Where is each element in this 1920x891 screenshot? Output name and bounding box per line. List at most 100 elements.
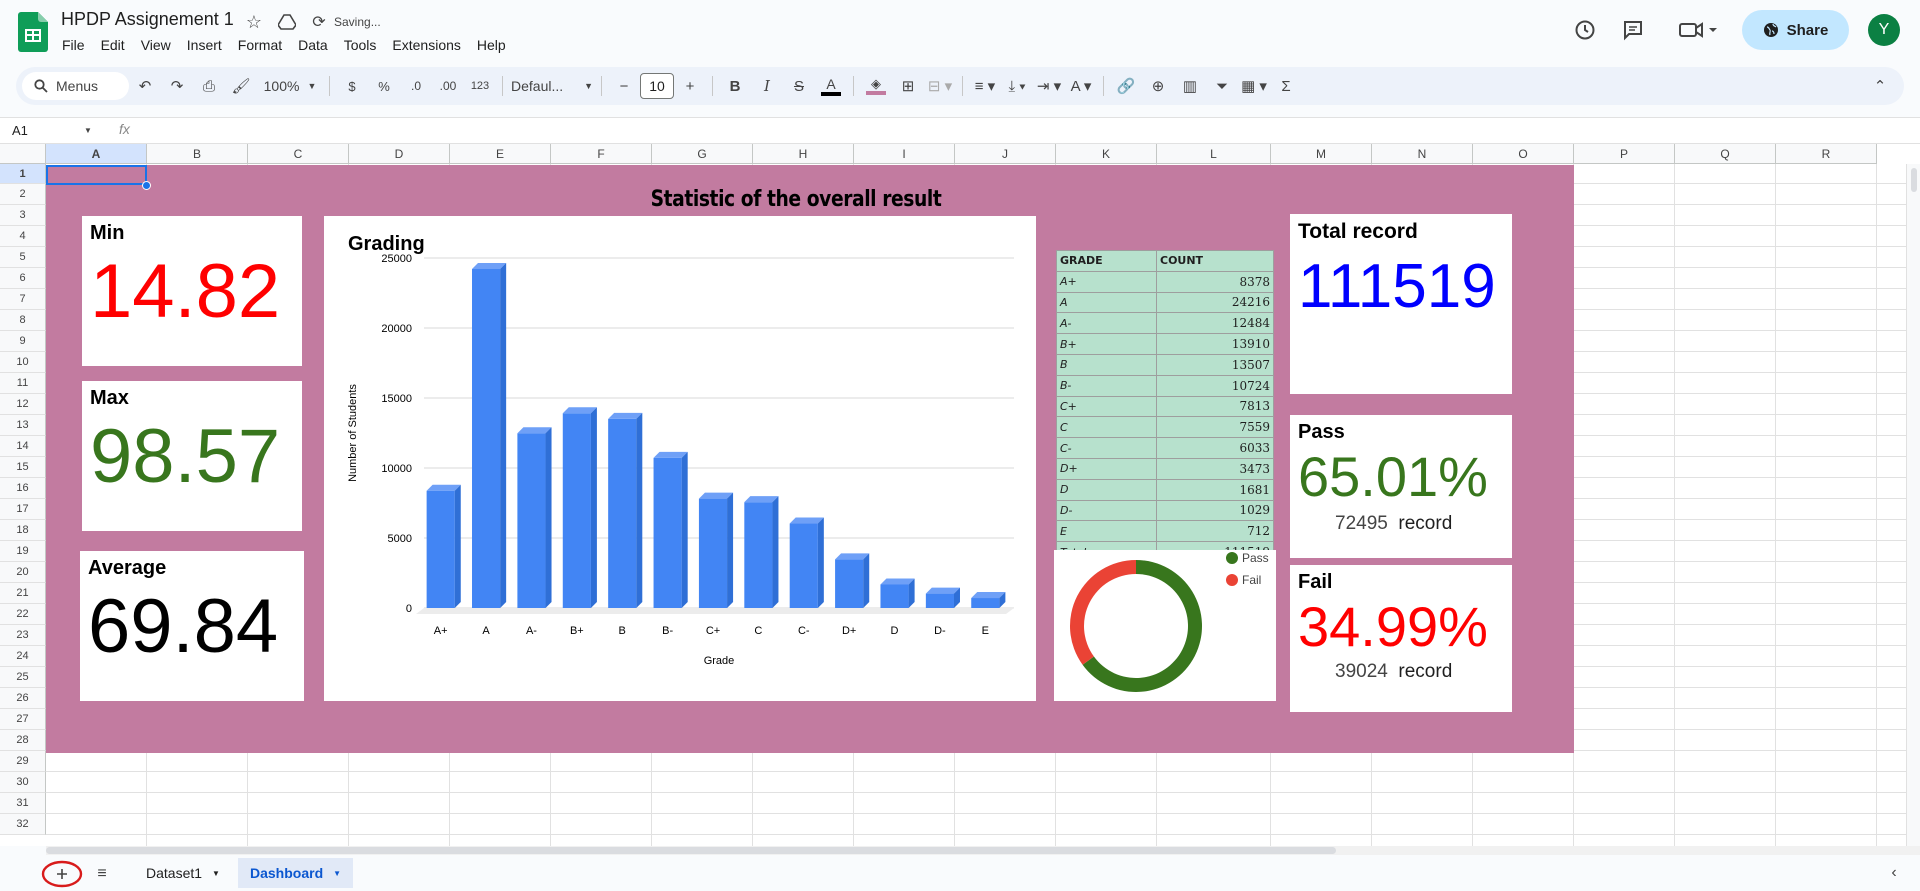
- comments-icon[interactable]: [1620, 17, 1646, 43]
- menu-tools[interactable]: Tools: [336, 37, 385, 57]
- collapse-toolbar-icon[interactable]: ⌃: [1866, 72, 1894, 100]
- grade-cell[interactable]: D: [1056, 478, 1157, 501]
- average-card[interactable]: Average 69.84: [80, 551, 304, 701]
- column-header-k[interactable]: K: [1056, 144, 1157, 164]
- bar-B+[interactable]: [562, 407, 597, 608]
- column-header-a[interactable]: A: [46, 144, 147, 164]
- row-header-30[interactable]: 30: [0, 772, 46, 793]
- row-header-12[interactable]: 12: [0, 394, 46, 415]
- grade-cell[interactable]: A+: [1056, 270, 1157, 293]
- sheet-tab-dashboard[interactable]: Dashboard ▼: [238, 858, 354, 888]
- row-header-29[interactable]: 29: [0, 751, 46, 772]
- name-box[interactable]: A1 ▼: [12, 120, 94, 142]
- row-header-10[interactable]: 10: [0, 352, 46, 373]
- bar-B-[interactable]: [653, 451, 688, 608]
- font-size-input[interactable]: 10: [640, 73, 674, 99]
- horizontal-scrollbar[interactable]: [46, 846, 1920, 855]
- version-history-icon[interactable]: [1572, 17, 1598, 43]
- add-sheet-icon[interactable]: [40, 859, 84, 889]
- row-header-4[interactable]: 4: [0, 226, 46, 247]
- pass-card[interactable]: Pass 65.01% 72495 record: [1290, 415, 1512, 558]
- bar-A-[interactable]: [517, 427, 552, 608]
- count-cell[interactable]: 10724: [1156, 374, 1274, 397]
- star-icon[interactable]: ☆: [243, 11, 265, 33]
- strikethrough-icon[interactable]: S: [785, 72, 813, 100]
- vertical-scrollbar[interactable]: [1906, 164, 1920, 846]
- row-header-26[interactable]: 26: [0, 688, 46, 709]
- menu-view[interactable]: View: [133, 37, 179, 57]
- count-cell[interactable]: 7813: [1156, 395, 1274, 418]
- meet-icon[interactable]: [1676, 17, 1720, 43]
- functions-icon[interactable]: Σ: [1272, 72, 1300, 100]
- text-wrapping-icon[interactable]: ⇥ ▾: [1035, 72, 1063, 100]
- increase-decimal-button[interactable]: .00: [434, 72, 462, 100]
- row-header-17[interactable]: 17: [0, 499, 46, 520]
- bar-B[interactable]: [608, 412, 643, 608]
- bold-icon[interactable]: B: [721, 72, 749, 100]
- paint-format-icon[interactable]: 🖌: [227, 72, 255, 100]
- select-all-corner[interactable]: [0, 144, 46, 164]
- menu-file[interactable]: File: [54, 37, 93, 57]
- insert-comment-icon[interactable]: ⊕: [1144, 72, 1172, 100]
- count-cell[interactable]: 12484: [1156, 312, 1274, 335]
- row-header-19[interactable]: 19: [0, 541, 46, 562]
- menu-data[interactable]: Data: [290, 37, 336, 57]
- redo-icon[interactable]: ↷: [163, 72, 191, 100]
- bar-C[interactable]: [744, 496, 779, 608]
- grade-cell[interactable]: D-: [1056, 499, 1157, 522]
- column-header-g[interactable]: G: [652, 144, 753, 164]
- grade-cell[interactable]: B-: [1056, 374, 1157, 397]
- grade-cell[interactable]: B: [1056, 353, 1157, 376]
- donut-slice-fail[interactable]: [1070, 560, 1136, 665]
- currency-format-button[interactable]: $: [338, 72, 366, 100]
- column-header-l[interactable]: L: [1157, 144, 1271, 164]
- fill-handle[interactable]: [142, 181, 151, 190]
- account-avatar[interactable]: Y: [1868, 14, 1900, 46]
- row-header-16[interactable]: 16: [0, 478, 46, 499]
- row-header-9[interactable]: 9: [0, 331, 46, 352]
- insert-chart-icon[interactable]: ▥: [1176, 72, 1204, 100]
- collapse-side-panel-icon[interactable]: ‹: [1884, 863, 1904, 883]
- bar-A[interactable]: [472, 262, 507, 608]
- count-cell[interactable]: 1681: [1156, 478, 1274, 501]
- row-header-7[interactable]: 7: [0, 289, 46, 310]
- column-header-e[interactable]: E: [450, 144, 551, 164]
- row-header-28[interactable]: 28: [0, 730, 46, 751]
- decrease-font-size-icon[interactable]: −: [610, 72, 638, 100]
- fail-card[interactable]: Fail 34.99% 39024 record: [1290, 565, 1512, 712]
- grade-cell[interactable]: A: [1056, 291, 1157, 314]
- move-to-drive-icon[interactable]: [276, 11, 298, 33]
- min-card[interactable]: Min 14.82: [82, 216, 302, 366]
- text-rotation-icon[interactable]: A ▾: [1067, 72, 1095, 100]
- count-cell[interactable]: 1029: [1156, 499, 1274, 522]
- share-button[interactable]: Share: [1742, 10, 1849, 50]
- count-header[interactable]: COUNT: [1156, 250, 1274, 272]
- count-cell[interactable]: 24216: [1156, 291, 1274, 314]
- bar-D+[interactable]: [835, 553, 870, 608]
- grade-cell[interactable]: B+: [1056, 333, 1157, 355]
- row-header-18[interactable]: 18: [0, 520, 46, 541]
- merge-cells-icon[interactable]: ⊟ ▾: [926, 72, 954, 100]
- borders-icon[interactable]: ⊞: [894, 72, 922, 100]
- column-header-f[interactable]: F: [551, 144, 652, 164]
- grade-cell[interactable]: C-: [1056, 437, 1157, 459]
- document-title[interactable]: HPDP Assignement 1: [61, 9, 234, 30]
- filter-views-icon[interactable]: ▦ ▾: [1240, 72, 1268, 100]
- row-header-14[interactable]: 14: [0, 436, 46, 457]
- decrease-decimal-button[interactable]: .0: [402, 72, 430, 100]
- fill-color-icon[interactable]: ◈: [862, 72, 890, 100]
- grade-header[interactable]: GRADE: [1056, 250, 1157, 272]
- increase-font-size-icon[interactable]: +: [676, 72, 704, 100]
- menu-insert[interactable]: Insert: [179, 37, 230, 57]
- grade-cell[interactable]: C+: [1056, 395, 1157, 418]
- bar-C-[interactable]: [789, 517, 824, 608]
- row-header-31[interactable]: 31: [0, 793, 46, 814]
- percent-format-button[interactable]: %: [370, 72, 398, 100]
- menu-help[interactable]: Help: [469, 37, 514, 57]
- bar-D[interactable]: [880, 578, 915, 608]
- row-header-21[interactable]: 21: [0, 583, 46, 604]
- row-header-20[interactable]: 20: [0, 562, 46, 583]
- row-header-1[interactable]: 1: [0, 164, 46, 184]
- count-cell[interactable]: 13910: [1156, 333, 1274, 355]
- selected-cell-a1[interactable]: [46, 165, 147, 185]
